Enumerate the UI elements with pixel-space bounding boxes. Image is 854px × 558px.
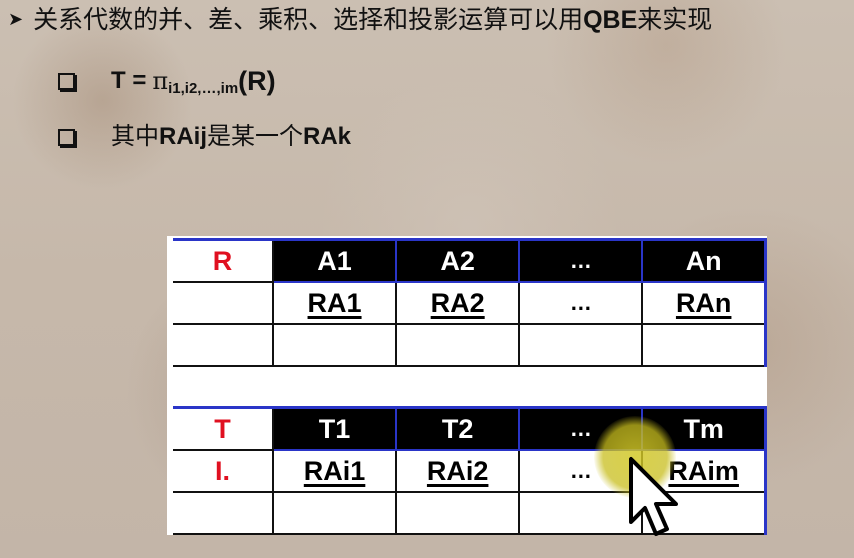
- note-prefix: 其中: [111, 123, 159, 150]
- mouse-pointer-icon: [629, 457, 678, 536]
- arrow-bullet-icon: ➤: [8, 9, 24, 29]
- formula-lead: T =: [111, 67, 147, 94]
- heading-text-qbe: QBE: [583, 6, 638, 34]
- bullet-projection-formula: T = π i1,i2,…,im (R): [58, 66, 276, 97]
- example-element-ran[interactable]: RAn: [641, 281, 768, 325]
- empty-cell[interactable]: [173, 491, 274, 535]
- qbe-table-source-r: R A1 A2 … An RA1 RA2 … RAn: [173, 238, 768, 367]
- column-header-an[interactable]: An: [641, 238, 768, 283]
- column-header-a2[interactable]: A2: [395, 238, 521, 283]
- empty-cell[interactable]: [641, 323, 768, 367]
- empty-cell[interactable]: [271, 491, 398, 535]
- table-row-header: R A1 A2 … An: [173, 238, 768, 283]
- column-header-a1[interactable]: A1: [271, 238, 398, 283]
- empty-cell[interactable]: [395, 323, 521, 367]
- empty-cell[interactable]: [271, 323, 398, 367]
- relation-name-t[interactable]: T: [173, 406, 274, 451]
- heading-text-prefix: 关系代数的并、差、乘积、选择和投影运算可以用: [33, 6, 584, 34]
- column-header-t1[interactable]: T1: [271, 406, 398, 451]
- bullet-raij-note: 其中 RAij 是某一个 RAk: [58, 122, 351, 152]
- example-element-rai2[interactable]: RAi2: [395, 449, 521, 493]
- example-element-ellipsis[interactable]: …: [518, 281, 644, 325]
- example-element-ra2[interactable]: RA2: [395, 281, 521, 325]
- heading-text-suffix: 来实现: [637, 6, 713, 34]
- table-row-empty: [173, 323, 768, 367]
- note-term-rak: RAk: [303, 123, 352, 150]
- table-row-header: T T1 T2 … Tm: [173, 406, 768, 451]
- relation-name-r[interactable]: R: [173, 238, 274, 283]
- empty-cell[interactable]: [395, 491, 521, 535]
- slide-heading: ➤ 关系代数的并、差、乘积、选择和投影运算可以用 QBE 来实现: [8, 4, 712, 36]
- row-command-insert[interactable]: I.: [173, 449, 274, 493]
- table-row-example: RA1 RA2 … RAn: [173, 281, 768, 325]
- formula-subscript: i1,i2,…,im: [168, 80, 239, 97]
- empty-cell[interactable]: [173, 323, 274, 367]
- column-header-t2[interactable]: T2: [395, 406, 521, 451]
- empty-cell[interactable]: [518, 323, 644, 367]
- checkbox-bullet-icon: [58, 72, 75, 90]
- column-header-ellipsis[interactable]: …: [518, 238, 644, 283]
- empty-cell[interactable]: [518, 491, 644, 535]
- example-element-rai1[interactable]: RAi1: [271, 449, 398, 493]
- note-term-raij: RAij: [159, 123, 207, 150]
- example-element-ra1[interactable]: RA1: [271, 281, 398, 325]
- formula-pi: π: [152, 67, 169, 95]
- row-command-cell[interactable]: [173, 281, 274, 325]
- formula-argument: (R): [238, 66, 276, 96]
- checkbox-bullet-icon: [58, 128, 75, 146]
- note-middle: 是某一个: [207, 123, 303, 150]
